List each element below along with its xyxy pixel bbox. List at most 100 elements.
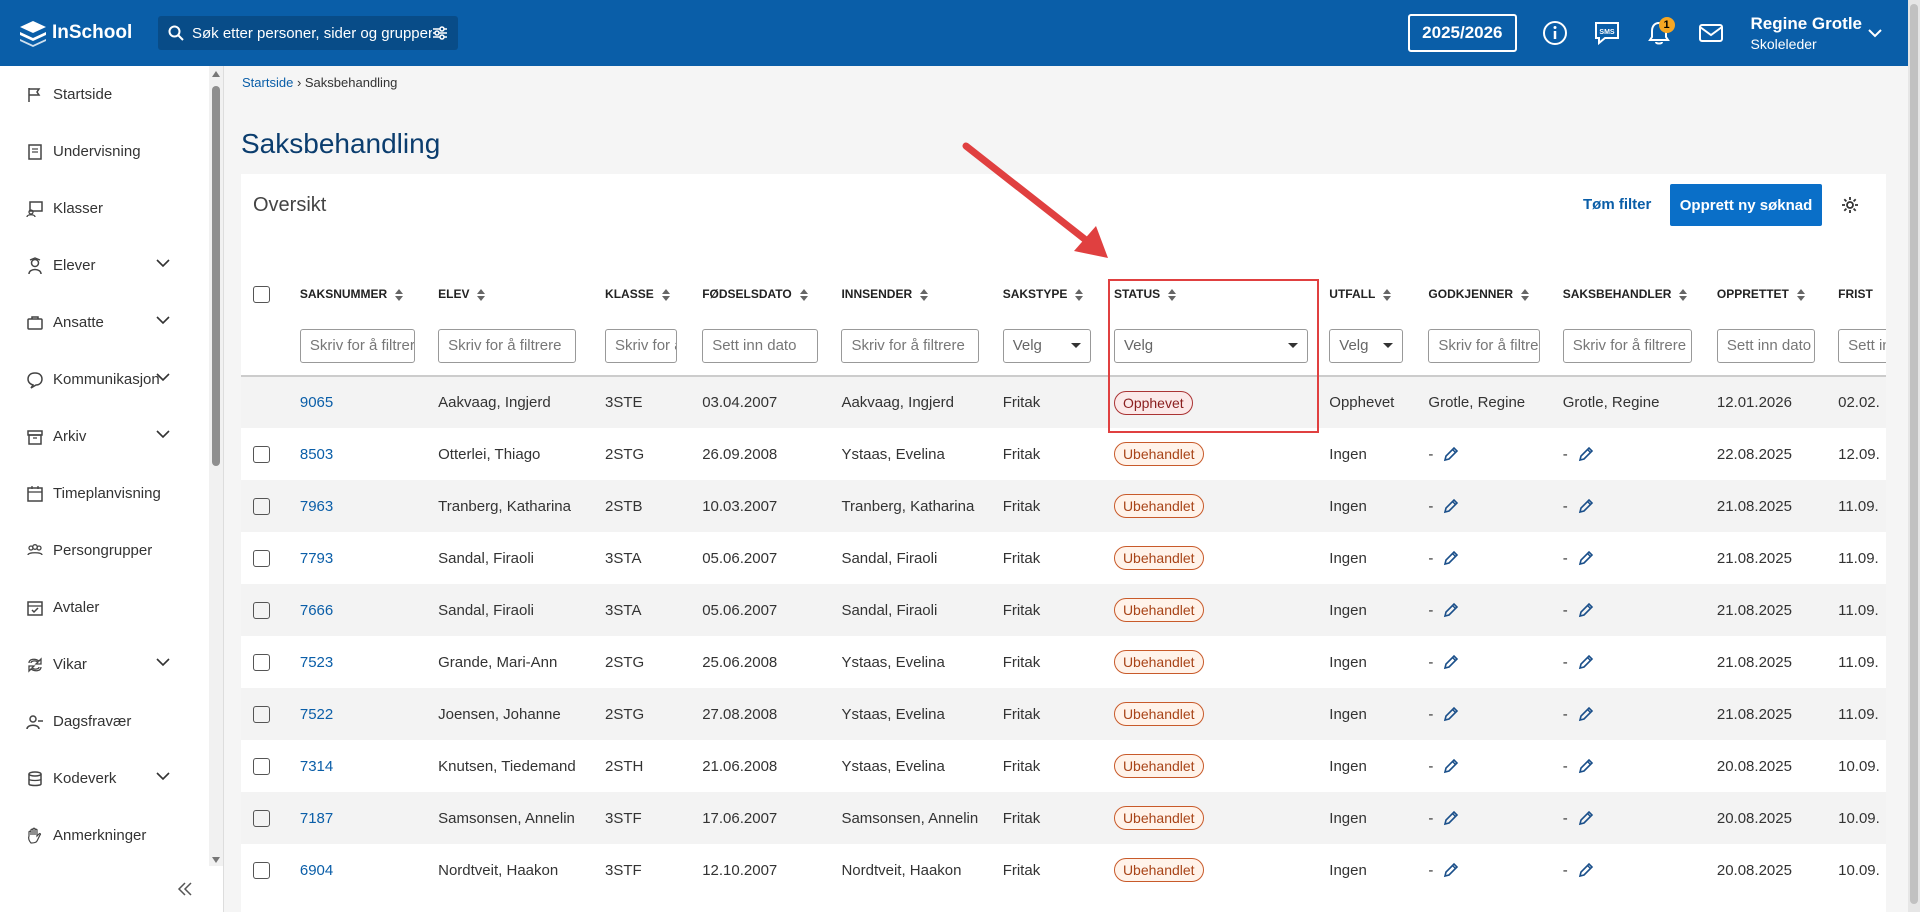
sidebar-item-startside[interactable]: Startside: [0, 66, 223, 123]
table-row[interactable]: 7523 Grande, Mari-Ann 2STG 25.06.2008 Ystaas…: [241, 636, 1886, 688]
edit-icon[interactable]: [1443, 758, 1459, 774]
sort-icon[interactable]: [920, 288, 929, 301]
cell-select[interactable]: [241, 636, 290, 688]
cell-select[interactable]: [241, 584, 290, 636]
new-application-button[interactable]: Opprett ny søknad: [1670, 184, 1822, 226]
collapse-sidebar-button[interactable]: [177, 876, 193, 902]
scroll-up-icon[interactable]: [211, 70, 221, 78]
sidebar-item-kodeverk[interactable]: Kodeverk: [0, 750, 223, 807]
column-header-status[interactable]: STATUS: [1104, 272, 1319, 316]
school-year-button[interactable]: 2025/2026: [1408, 14, 1517, 52]
sort-icon[interactable]: [1796, 288, 1805, 301]
sidebar-item-elever[interactable]: Elever: [0, 237, 223, 294]
sort-icon[interactable]: [1383, 288, 1392, 301]
scroll-down-icon[interactable]: [211, 856, 221, 864]
case-number-link[interactable]: 7187: [300, 810, 333, 827]
table-row[interactable]: 6904 Nordtveit, Haakon 3STF 12.10.2007 Nordt…: [241, 844, 1886, 896]
sort-icon[interactable]: [1679, 288, 1688, 301]
edit-icon[interactable]: [1578, 498, 1594, 514]
filter-date-input[interactable]: Sett inn dato: [1838, 328, 1886, 363]
edit-icon[interactable]: [1443, 602, 1459, 618]
row-checkbox[interactable]: [253, 549, 270, 567]
cell-select[interactable]: [241, 428, 290, 480]
edit-icon[interactable]: [1578, 862, 1594, 878]
edit-icon[interactable]: [1578, 602, 1594, 618]
filter-text-input[interactable]: Skriv for å filtrere: [605, 328, 678, 363]
edit-icon[interactable]: [1443, 810, 1459, 826]
logo[interactable]: InSchool: [18, 19, 140, 47]
filter-text-input[interactable]: Skriv for å filtrere: [841, 328, 980, 363]
chevron-down-icon[interactable]: [156, 372, 170, 382]
edit-icon[interactable]: [1578, 758, 1594, 774]
chevron-down-icon[interactable]: [156, 429, 170, 439]
sidebar-item-ansatte[interactable]: Ansatte: [0, 294, 223, 351]
chevron-down-icon[interactable]: [156, 315, 170, 325]
filter-select[interactable]: Velg: [1329, 328, 1404, 363]
sidebar-scrollbar[interactable]: [209, 66, 223, 866]
filter-settings-icon[interactable]: [432, 26, 448, 40]
column-header-opprettet[interactable]: OPPRETTET: [1707, 272, 1828, 316]
filter-date-input[interactable]: Sett inn dato: [702, 328, 819, 363]
sort-icon[interactable]: [1075, 288, 1084, 301]
chevron-down-icon[interactable]: [1868, 28, 1882, 38]
sort-icon[interactable]: [395, 288, 404, 301]
column-header-saksbehandler[interactable]: SAKSBEHANDLER: [1553, 272, 1707, 316]
case-number-link[interactable]: 7314: [300, 758, 333, 775]
edit-icon[interactable]: [1443, 550, 1459, 566]
sidebar-item-kommunikasjon[interactable]: Kommunikasjon: [0, 351, 223, 408]
filter-select[interactable]: Velg: [1113, 328, 1308, 363]
sidebar-item-persongrupper[interactable]: Persongrupper: [0, 522, 223, 579]
sidebar-item-klasser[interactable]: Klasser: [0, 180, 223, 237]
filter-text-input[interactable]: Skriv for å filtrere: [1428, 328, 1541, 363]
table-row[interactable]: 7963 Tranberg, Katharina 2STB 10.03.2007 Tra…: [241, 480, 1886, 532]
row-checkbox[interactable]: [253, 653, 270, 671]
column-header-klasse[interactable]: KLASSE: [595, 272, 692, 316]
sidebar-item-avtaler[interactable]: Avtaler: [0, 579, 223, 636]
row-checkbox[interactable]: [253, 809, 270, 827]
sidebar-item-arkiv[interactable]: Arkiv: [0, 408, 223, 465]
sort-icon[interactable]: [799, 288, 808, 301]
sidebar-item-timeplanvisning[interactable]: Timeplanvisning: [0, 465, 223, 522]
column-header-utfall[interactable]: UTFALL: [1319, 272, 1418, 316]
cell-select[interactable]: [241, 844, 290, 896]
sort-icon[interactable]: [661, 288, 670, 301]
case-number-link[interactable]: 7963: [300, 498, 333, 515]
row-checkbox[interactable]: [253, 861, 270, 879]
sort-icon[interactable]: [477, 288, 486, 301]
table-row[interactable]: 9065 Aakvaag, Ingjerd 3STE 03.04.2007 Aakvaa…: [241, 376, 1886, 428]
column-header-godkjenner[interactable]: GODKJENNER: [1418, 272, 1552, 316]
edit-icon[interactable]: [1443, 862, 1459, 878]
edit-icon[interactable]: [1443, 446, 1459, 462]
table-row[interactable]: 7793 Sandal, Firaoli 3STA 05.06.2007 Sandal,…: [241, 532, 1886, 584]
table-row[interactable]: 8503 Otterlei, Thiago 2STG 26.09.2008 Ystaas…: [241, 428, 1886, 480]
select-all-checkbox[interactable]: [253, 285, 270, 303]
row-checkbox[interactable]: [253, 601, 270, 619]
case-number-link[interactable]: 9065: [300, 394, 333, 411]
global-search[interactable]: [158, 16, 458, 50]
sms-button[interactable]: SMS: [1587, 13, 1627, 53]
sidebar-item-undervisning[interactable]: Undervisning: [0, 123, 223, 180]
notifications-button[interactable]: 1: [1639, 13, 1679, 53]
edit-icon[interactable]: [1578, 446, 1594, 462]
case-number-link[interactable]: 7522: [300, 706, 333, 723]
table-row[interactable]: 7314 Knutsen, Tiedemand 2STH 21.06.2008 Ysta…: [241, 740, 1886, 792]
edit-icon[interactable]: [1578, 706, 1594, 722]
sidebar-item-dagsfravær[interactable]: Dagsfravær: [0, 693, 223, 750]
row-checkbox[interactable]: [253, 705, 270, 723]
table-row[interactable]: 7187 Samsonsen, Annelin 3STF 17.06.2007 Sams…: [241, 792, 1886, 844]
column-header-saksnummer[interactable]: SAKSNUMMER: [290, 272, 428, 316]
edit-icon[interactable]: [1443, 654, 1459, 670]
edit-icon[interactable]: [1443, 706, 1459, 722]
cell-select[interactable]: [241, 532, 290, 584]
filter-text-input[interactable]: Skriv for å filtrere: [299, 328, 415, 363]
edit-icon[interactable]: [1578, 810, 1594, 826]
cell-select[interactable]: [241, 376, 290, 428]
gear-icon[interactable]: [1841, 196, 1859, 214]
column-header-elev[interactable]: ELEV: [428, 272, 595, 316]
cell-select[interactable]: [241, 688, 290, 740]
column-header-innsender[interactable]: INNSENDER: [831, 272, 992, 316]
edit-icon[interactable]: [1443, 498, 1459, 514]
filter-date-input[interactable]: Sett inn dato: [1716, 328, 1815, 363]
sidebar-item-vikar[interactable]: Vikar: [0, 636, 223, 693]
chevron-down-icon[interactable]: [156, 771, 170, 781]
